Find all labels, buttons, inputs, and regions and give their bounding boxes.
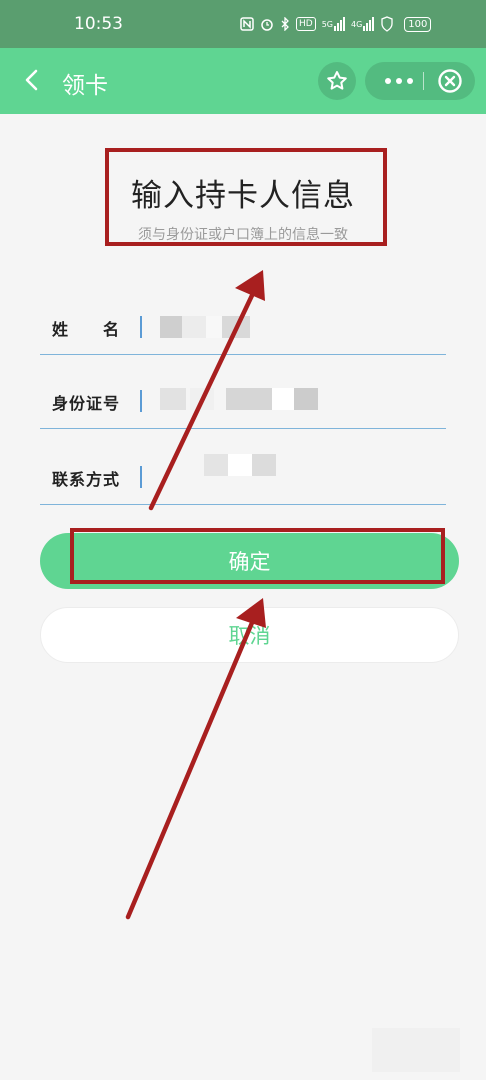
status-icons: HD 5G 4G 100 [240, 16, 432, 32]
signal-4g-icon: 4G [351, 16, 375, 32]
back-button[interactable] [18, 66, 46, 94]
id-number-field[interactable]: 身份证号 [40, 368, 446, 429]
redacted-value [182, 316, 206, 338]
redacted-value [160, 388, 186, 410]
battery-indicator: 100 [404, 16, 432, 32]
text-caret [140, 316, 142, 338]
nav-bar: 领卡 [0, 48, 486, 114]
network-label-2: 4G [351, 19, 363, 29]
redacted-value [272, 388, 294, 410]
favorite-button[interactable] [318, 62, 356, 100]
name-field[interactable]: 姓 名 [40, 294, 446, 355]
alarm-icon [260, 16, 274, 32]
redacted-value [160, 316, 182, 338]
close-button[interactable] [431, 62, 469, 100]
text-caret [140, 466, 142, 488]
name-label: 姓 名 [52, 320, 121, 339]
contact-label: 联系方式 [52, 470, 121, 489]
contact-field[interactable]: 联系方式 [40, 444, 446, 505]
redacted-value [222, 316, 250, 338]
shield-icon [380, 16, 394, 32]
redacted-value [294, 388, 318, 410]
redacted-value [204, 454, 228, 476]
network-label: 5G [321, 19, 333, 29]
redacted-value [206, 316, 222, 338]
bluetooth-icon [280, 16, 290, 32]
redacted-value [226, 388, 272, 410]
page-title: 领卡 [62, 73, 108, 99]
chevron-left-icon [25, 69, 38, 91]
corner-watermark [372, 1028, 460, 1072]
redacted-value [190, 388, 214, 410]
confirm-highlight-box [70, 528, 445, 584]
status-time: 10:53 [74, 14, 123, 34]
id-number-label: 身份证号 [52, 394, 121, 413]
mini-program-capsule [365, 62, 475, 100]
status-bar: 10:53 HD 5G 4G 100 [0, 0, 486, 48]
redacted-value [228, 454, 252, 476]
more-button[interactable] [379, 62, 419, 100]
cancel-button[interactable]: 取消 [40, 607, 459, 663]
heading-highlight-box [105, 148, 387, 246]
star-icon [327, 71, 347, 90]
hd-icon: HD [296, 17, 316, 31]
nfc-icon [240, 16, 254, 32]
capsule-divider [423, 72, 424, 90]
text-caret [140, 390, 142, 412]
redacted-value [252, 454, 276, 476]
signal-5g-icon: 5G [322, 16, 345, 32]
more-dots-icon [385, 78, 413, 84]
close-circle-icon [438, 69, 462, 93]
